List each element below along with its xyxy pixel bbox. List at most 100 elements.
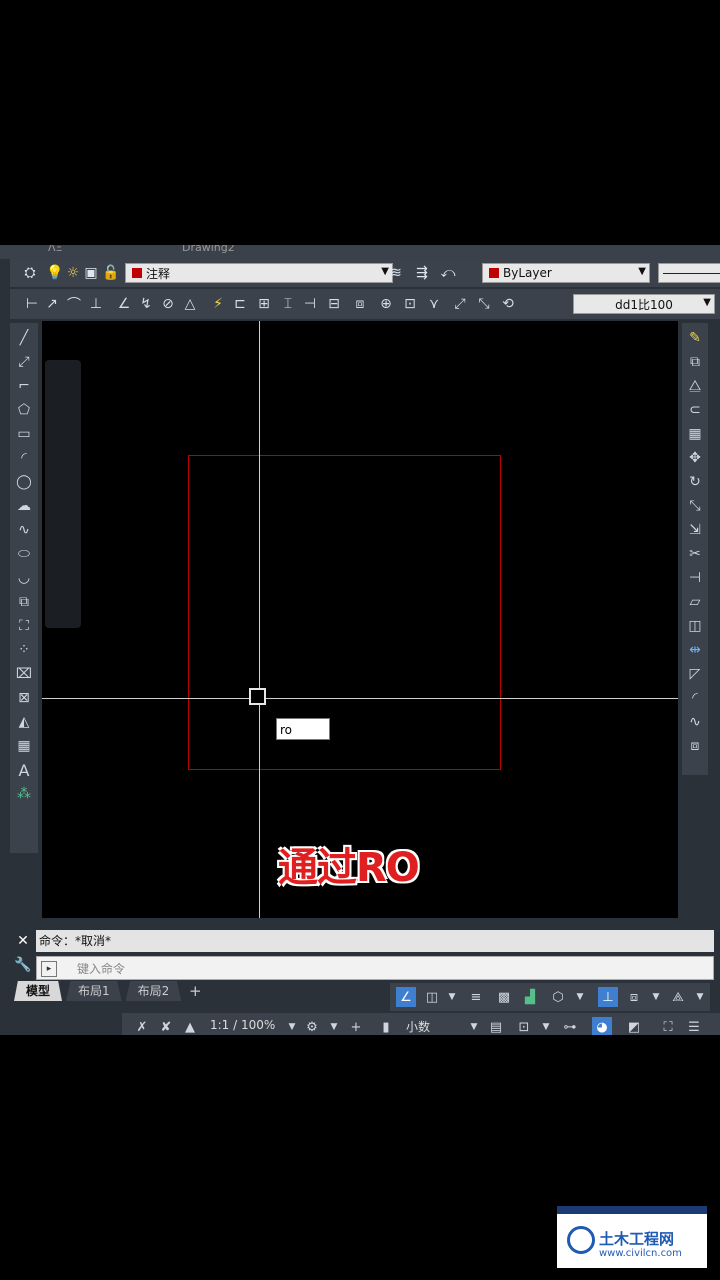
array-icon[interactable]: ▦: [684, 423, 706, 445]
close-icon[interactable]: ✕: [12, 930, 34, 952]
linetype-dropdown[interactable]: [658, 263, 720, 283]
customize-wrench-icon[interactable]: 🔧: [12, 954, 34, 976]
isolate-objects-icon[interactable]: ⊶: [560, 1017, 580, 1035]
polygon-icon[interactable]: ⬠: [13, 399, 35, 421]
dimension-text-edit-icon[interactable]: ⤡: [474, 294, 494, 314]
transparency-icon[interactable]: ▩: [494, 987, 514, 1007]
3d-object-snap-icon[interactable]: ⬡: [548, 987, 568, 1007]
gradient-icon[interactable]: ⊠: [13, 687, 35, 709]
quick-dimension-icon[interactable]: ⚡: [208, 294, 228, 314]
layer-properties-icon[interactable]: ⛭: [20, 263, 40, 283]
rotate-icon[interactable]: ↻: [684, 471, 706, 493]
drawing-canvas[interactable]: ro 通过RO: [42, 321, 678, 918]
trim-icon[interactable]: ✂: [684, 543, 706, 565]
units-text[interactable]: 小数: [406, 1018, 430, 1035]
chamfer-icon[interactable]: ◸: [684, 663, 706, 685]
jogged-dimension-icon[interactable]: ↯: [136, 294, 156, 314]
lineweight-icon[interactable]: ≡: [466, 987, 486, 1007]
clean-screen-icon[interactable]: ◩: [624, 1017, 644, 1035]
annotation-scale-icon[interactable]: ▲: [180, 1017, 200, 1035]
ellipse-icon[interactable]: ⬭: [13, 543, 35, 565]
make-current-layer-icon[interactable]: ≋: [386, 263, 406, 283]
chevron-down-icon[interactable]: ▼: [536, 1017, 556, 1035]
mirror-icon[interactable]: ⧋: [684, 375, 706, 397]
diameter-dimension-icon[interactable]: ⊘: [158, 294, 178, 314]
baseline-dimension-icon[interactable]: ⊏: [230, 294, 250, 314]
polyline-icon[interactable]: ⌐: [13, 375, 35, 397]
lock-icon[interactable]: 🔓: [102, 263, 120, 283]
polar-tracking-icon[interactable]: ∠: [396, 987, 416, 1007]
tolerance-icon[interactable]: ⊟: [324, 294, 344, 314]
layer-previous-icon[interactable]: ⤺: [438, 263, 458, 283]
dimension-edit-icon[interactable]: ⤢: [450, 294, 470, 314]
linear-dimension-icon[interactable]: ⊢: [22, 294, 42, 314]
chevron-down-icon[interactable]: ▼: [464, 1017, 484, 1035]
scale-icon[interactable]: ⤡: [684, 495, 706, 517]
color-dropdown[interactable]: ByLayer ▼: [482, 263, 650, 283]
extend-icon[interactable]: ⊣: [684, 567, 706, 589]
ordinate-dimension-icon[interactable]: ⊥: [86, 294, 106, 314]
quick-properties-icon[interactable]: ▤: [486, 1017, 506, 1035]
jogged-linear-icon[interactable]: ⋎: [424, 294, 444, 314]
freeze-viewport-icon[interactable]: ▣: [82, 263, 100, 283]
dimension-space-icon[interactable]: ⌶: [278, 294, 298, 314]
tab-layout2[interactable]: 布局2: [125, 981, 182, 1001]
chevron-down-icon[interactable]: ▼: [442, 987, 462, 1007]
erase-icon[interactable]: ✎: [684, 327, 706, 349]
break-icon[interactable]: ◫: [684, 615, 706, 637]
region-icon[interactable]: ◭: [13, 711, 35, 733]
tab-layout1[interactable]: 布局1: [66, 981, 122, 1001]
blend-curves-icon[interactable]: ∿: [684, 711, 706, 733]
add-layout-icon[interactable]: +: [185, 981, 205, 1001]
annotation-monitor-icon[interactable]: +: [346, 1017, 366, 1035]
command-prompt-icon[interactable]: ▸: [41, 961, 57, 977]
insert-block-icon[interactable]: ⧉: [13, 591, 35, 613]
center-mark-icon[interactable]: ⊕: [376, 294, 396, 314]
copy-icon[interactable]: ⧉: [684, 351, 706, 373]
chevron-down-icon[interactable]: ▼: [324, 1017, 344, 1035]
rectangle-icon[interactable]: ▭: [13, 423, 35, 445]
stretch-icon[interactable]: ⇲: [684, 519, 706, 541]
gizmo-icon[interactable]: ⟁: [668, 987, 688, 1007]
dynamic-ucs-icon[interactable]: ⊥: [598, 987, 618, 1007]
multiline-text-icon[interactable]: A: [13, 759, 35, 781]
arc-length-icon[interactable]: ⌒: [64, 294, 84, 314]
make-block-icon[interactable]: ⛶: [13, 615, 35, 637]
move-icon[interactable]: ✥: [684, 447, 706, 469]
units-icon[interactable]: ▮: [376, 1017, 396, 1035]
explode-icon[interactable]: ⧈: [684, 735, 706, 757]
drawing-tab[interactable]: Drawing2: [182, 245, 235, 254]
point-icon[interactable]: ⁘: [13, 639, 35, 661]
chevron-down-icon[interactable]: ▼: [570, 987, 590, 1007]
construction-line-icon[interactable]: ⤢: [13, 351, 35, 373]
lock-ui-icon[interactable]: ⊡: [514, 1017, 534, 1035]
chevron-down-icon[interactable]: ▼: [646, 987, 666, 1007]
offset-icon[interactable]: ⊂: [684, 399, 706, 421]
table-icon[interactable]: ▦: [13, 735, 35, 757]
layer-dropdown[interactable]: 注释 ▼: [125, 263, 393, 283]
ellipse-arc-icon[interactable]: ◡: [13, 567, 35, 589]
auto-scale-icon[interactable]: ✘: [156, 1017, 176, 1035]
aligned-dimension-icon[interactable]: ↗: [42, 294, 62, 314]
continue-dimension-icon[interactable]: ⊞: [254, 294, 274, 314]
chevron-down-icon[interactable]: ▼: [690, 987, 710, 1007]
angular-dimension-icon[interactable]: △: [180, 294, 200, 314]
file-tab[interactable]: ΛΞ: [48, 245, 62, 254]
tolerance-frame-icon[interactable]: ⧈: [350, 294, 370, 314]
lightbulb-icon[interactable]: 💡: [46, 263, 63, 283]
hatch-icon[interactable]: ⌧: [13, 663, 35, 685]
radius-dimension-icon[interactable]: ∠: [114, 294, 134, 314]
annotation-visibility-icon[interactable]: ✗: [132, 1017, 152, 1035]
selection-cycling-icon[interactable]: ▟: [520, 987, 540, 1007]
customization-menu-icon[interactable]: ☰: [684, 1017, 704, 1035]
command-input[interactable]: ▸ 键入命令: [36, 956, 714, 980]
workspace-gear-icon[interactable]: ⚙: [302, 1017, 322, 1035]
break-at-point-icon[interactable]: ▱: [684, 591, 706, 613]
revision-cloud-icon[interactable]: ☁: [13, 495, 35, 517]
circle-icon[interactable]: ◯: [13, 471, 35, 493]
dynamic-input-field[interactable]: ro: [276, 718, 330, 740]
add-selected-icon[interactable]: ⁂: [13, 783, 35, 805]
full-screen-icon[interactable]: ⛶: [658, 1017, 678, 1035]
tab-model[interactable]: 模型: [14, 981, 63, 1001]
fillet-icon[interactable]: ◜: [684, 687, 706, 709]
